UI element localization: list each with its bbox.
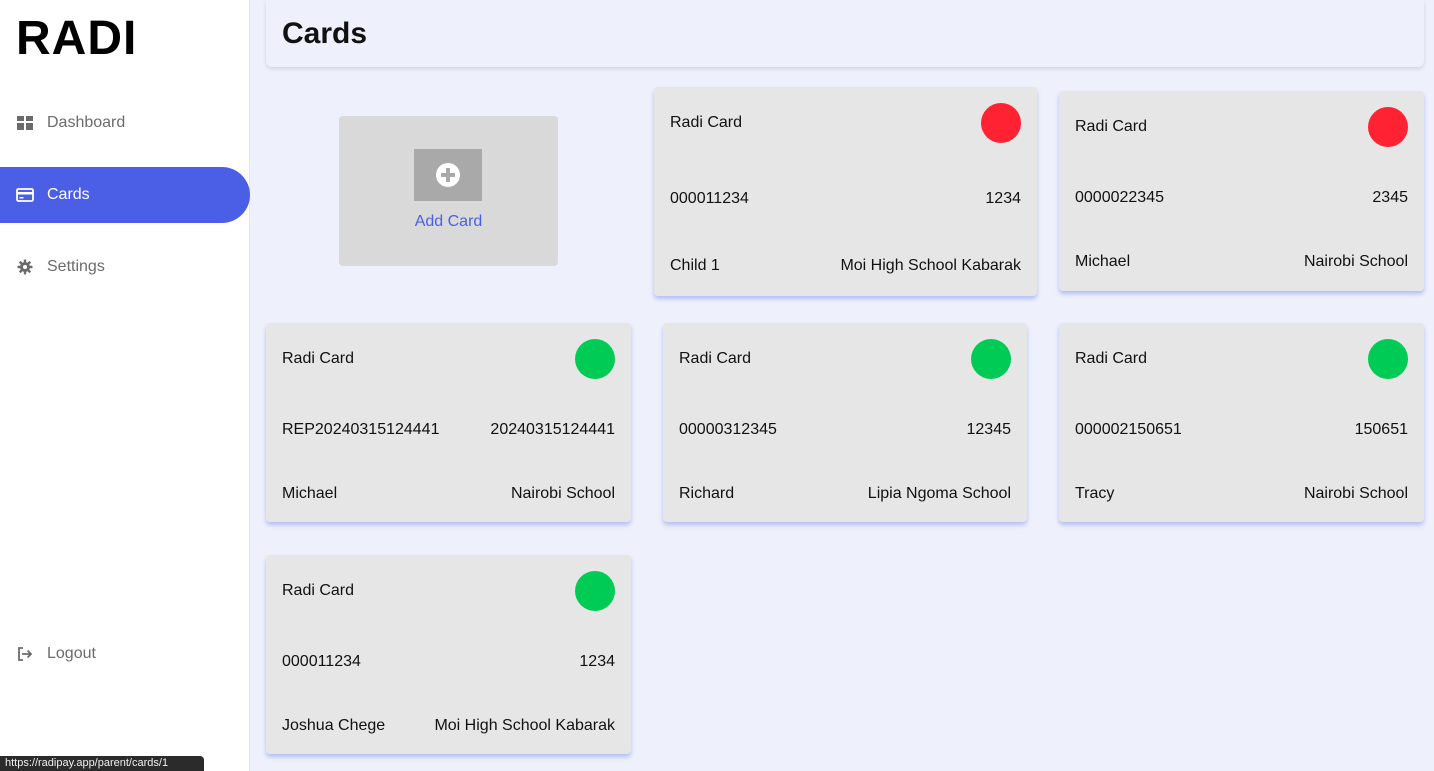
link-preview-status: https://radipay.app/parent/cards/1 bbox=[0, 756, 204, 771]
card-holder: Joshua Chege bbox=[282, 717, 386, 734]
sidebar-item-label: Settings bbox=[47, 258, 105, 275]
card-code: 12345 bbox=[966, 421, 1012, 438]
card-holder: Michael bbox=[282, 485, 338, 502]
sidebar-item-dashboard[interactable]: Dashboard bbox=[0, 95, 250, 151]
card-status-indicator bbox=[575, 571, 615, 611]
sidebar-item-settings[interactable]: Settings bbox=[0, 239, 250, 295]
plus-circle-icon bbox=[414, 149, 482, 201]
card-code: 20240315124441 bbox=[490, 421, 615, 438]
card-number: 000002150651 bbox=[1075, 421, 1182, 438]
page-header: Cards bbox=[266, 0, 1424, 67]
add-card-button[interactable]: Add Card bbox=[339, 116, 558, 266]
card-school: Moi High School Kabarak bbox=[434, 717, 615, 734]
card-school: Nairobi School bbox=[1303, 253, 1408, 270]
logout-button[interactable]: Logout bbox=[0, 626, 250, 682]
card-item[interactable]: Radi Card 000002150651 150651 Tracy Nair… bbox=[1059, 323, 1424, 522]
card-code: 150651 bbox=[1354, 421, 1408, 438]
card-status-indicator bbox=[575, 339, 615, 379]
card-item[interactable]: Radi Card 000011234 1234 Child 1 Moi Hig… bbox=[654, 87, 1037, 296]
app-logo: RADI bbox=[16, 12, 138, 65]
add-card-label: Add Card bbox=[414, 213, 483, 230]
credit-card-icon bbox=[16, 186, 34, 204]
card-title: Radi Card bbox=[1075, 118, 1148, 135]
card-status-indicator bbox=[981, 103, 1021, 143]
card-item[interactable]: Radi Card 00000312345 12345 Richard Lipi… bbox=[663, 323, 1027, 522]
card-holder: Child 1 bbox=[670, 257, 720, 274]
card-number: 000011234 bbox=[670, 190, 749, 207]
card-title: Radi Card bbox=[670, 114, 743, 131]
card-school: Nairobi School bbox=[1303, 485, 1408, 502]
card-holder: Richard bbox=[679, 485, 735, 502]
card-holder: Tracy bbox=[1075, 485, 1115, 502]
card-title: Radi Card bbox=[282, 350, 355, 367]
card-item[interactable]: Radi Card 000011234 1234 Joshua Chege Mo… bbox=[266, 555, 631, 754]
card-number: 0000022345 bbox=[1075, 189, 1164, 206]
card-code: 2345 bbox=[1372, 189, 1408, 206]
logout-label: Logout bbox=[47, 645, 96, 662]
card-status-indicator bbox=[1368, 339, 1408, 379]
card-status-indicator bbox=[1368, 107, 1408, 147]
card-holder: Michael bbox=[1075, 253, 1131, 270]
card-number: 00000312345 bbox=[679, 421, 777, 438]
card-item[interactable]: Radi Card 0000022345 2345 Michael Nairob… bbox=[1059, 91, 1424, 291]
card-status-indicator bbox=[971, 339, 1011, 379]
card-title: Radi Card bbox=[282, 582, 355, 599]
sidebar-item-label: Cards bbox=[47, 186, 90, 203]
logout-icon bbox=[16, 645, 34, 663]
card-number: 000011234 bbox=[282, 653, 361, 670]
card-item[interactable]: Radi Card REP20240315124441 202403151244… bbox=[266, 323, 631, 522]
gear-icon bbox=[16, 258, 34, 276]
card-code: 1234 bbox=[985, 190, 1021, 207]
page-title: Cards bbox=[282, 16, 368, 50]
sidebar: RADI Dashboard Cards Settings Logout bbox=[0, 0, 250, 771]
card-number: REP20240315124441 bbox=[282, 421, 440, 438]
card-title: Radi Card bbox=[679, 350, 752, 367]
sidebar-item-cards[interactable]: Cards bbox=[0, 167, 250, 223]
card-code: 1234 bbox=[579, 653, 615, 670]
card-school: Moi High School Kabarak bbox=[840, 257, 1021, 274]
sidebar-item-label: Dashboard bbox=[47, 114, 126, 131]
card-title: Radi Card bbox=[1075, 350, 1148, 367]
card-school: Nairobi School bbox=[510, 485, 615, 502]
grid-icon bbox=[16, 114, 34, 132]
card-school: Lipia Ngoma School bbox=[867, 485, 1011, 502]
